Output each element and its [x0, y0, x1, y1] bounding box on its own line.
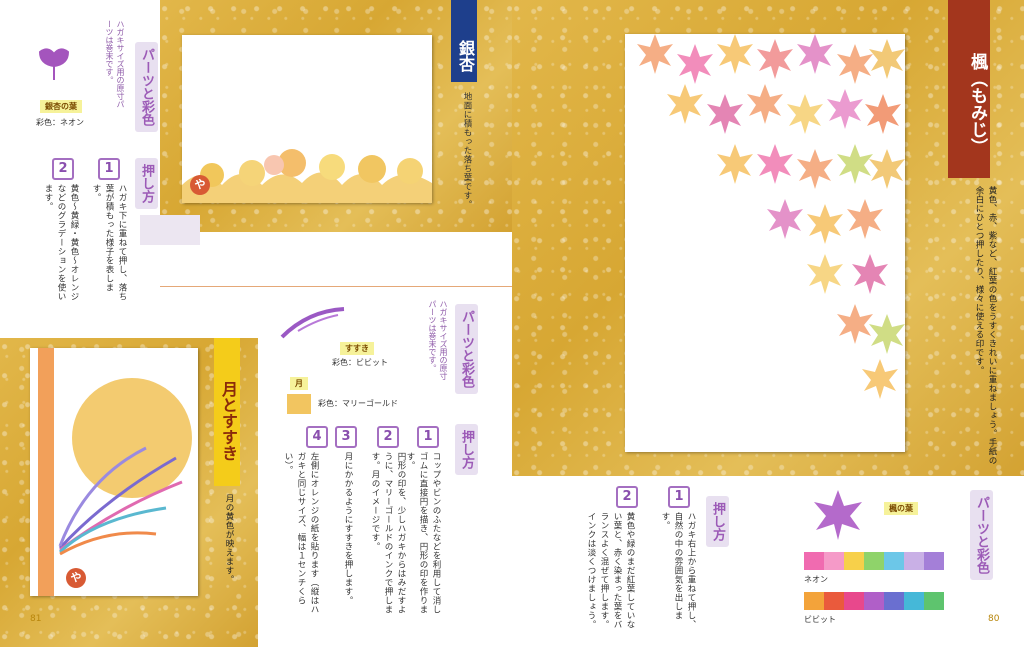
neon-palette: [804, 552, 944, 570]
momiji-card: [625, 34, 905, 452]
neon-swatch-6: [904, 552, 924, 570]
ginkgo-step-1-number: 1: [98, 158, 120, 180]
susuki-color: 彩色：ビビット: [332, 358, 388, 367]
momiji-method-heading: 押し方: [706, 496, 729, 547]
neon-palette-name: ネオン: [804, 575, 828, 584]
ginkgo-step-1-text: ハガキ下に重ねて押し、落ち葉が積もった様子を表します。: [91, 184, 127, 301]
vivid-palette-name: ビビット: [804, 615, 836, 624]
moon-step-4-number: 4: [306, 426, 328, 448]
moon-step-4-text: 左側にオレンジの紙を貼ります（縦はハガキと同じサイズ、幅は１センチくらい）。: [283, 452, 319, 614]
ginkgo-leaf-color: 彩色：ネオン: [36, 118, 84, 127]
moon-label: 月: [290, 377, 308, 390]
vivid-swatch-2: [824, 592, 844, 610]
ginkgo-method-heading: 押し方: [135, 158, 158, 209]
moon-step-3-text: 月にかかるようにすすきを押します。: [343, 452, 353, 605]
momiji-parts-heading: パーツと彩色: [970, 490, 993, 580]
susuki-grass-illustration: [58, 446, 183, 556]
neon-swatch-4: [864, 552, 884, 570]
accent-strip: [140, 215, 200, 245]
susuki-label: すすき: [340, 342, 374, 355]
vivid-swatch-4: [864, 592, 884, 610]
vivid-swatch-7: [924, 592, 944, 610]
momiji-title: 楓（もみじ）: [967, 53, 987, 155]
ginkgo-title: 銀杏: [456, 40, 475, 72]
moon-parts-heading: パーツと彩色: [455, 304, 478, 394]
ginkgo-parts-heading: パーツと彩色: [135, 42, 158, 132]
moon-description: 月の黄色が映えます。: [224, 494, 234, 584]
moon-color: 彩色：マリーゴールド: [318, 399, 398, 408]
ginkgo-leaves-illustration: [182, 149, 432, 203]
ginkgo-leaf-label: 銀杏の葉: [40, 100, 82, 113]
neon-swatch-1: [804, 552, 824, 570]
momiji-leaf-label: 楓の葉: [884, 502, 918, 515]
ginkgo-title-banner: 銀杏: [451, 0, 477, 82]
momiji-step-1-number: 1: [668, 486, 690, 508]
right-page-number: 80: [988, 614, 1000, 624]
vivid-palette: [804, 592, 944, 610]
susuki-icon: [280, 307, 345, 339]
moon-title-banner: 月とすすき: [214, 338, 240, 486]
maple-leaf-icon: [814, 490, 862, 540]
moon-stamp-mark: や: [66, 568, 86, 588]
left-page: や 銀杏 地面に積もった落ち葉です。 パーツと彩色 ハガキサイズ用の原寸パーツは…: [0, 0, 512, 647]
moon-step-1-text: コップやビンのふたなどを利用して消しゴムに直接円を描き、円形の印を作ります。: [405, 452, 441, 614]
momiji-leaves-illustration: [637, 34, 905, 399]
right-page: 楓（もみじ） 黄色、赤、紫など、紅葉の色をうすくきれいに重ねましょう。手紙の余白…: [512, 0, 1024, 647]
momiji-step-2-number: 2: [616, 486, 638, 508]
moon-step-2-number: 2: [377, 426, 399, 448]
ginkgo-leaf-icon: [38, 48, 70, 80]
ginkgo-stamp-mark: や: [190, 175, 210, 195]
moon-step-3-number: 3: [335, 426, 357, 448]
moon-title: 月とすすき: [219, 381, 238, 461]
ginkgo-step-2-number: 2: [52, 158, 74, 180]
momiji-title-banner: 楓（もみじ）: [948, 0, 990, 178]
neon-swatch-7: [924, 552, 944, 570]
momiji-step-1-text: ハガキ右上から重ねて押し、自然の中の雰囲気を出します。: [660, 512, 696, 629]
neon-swatch-3: [844, 552, 864, 570]
left-page-number: 81: [30, 614, 42, 624]
vivid-swatch-5: [884, 592, 904, 610]
vivid-swatch-3: [844, 592, 864, 610]
vivid-swatch-1: [804, 592, 824, 610]
momiji-description: 黄色、赤、紫など、紅葉の色をうすくきれいに重ねましょう。手紙の余白にひとつ押した…: [974, 186, 997, 465]
momiji-step-2-text: 黄色や緑のまだ紅葉していない葉と、赤く染まった葉をバランスよく混ぜて押します。イ…: [586, 512, 635, 629]
ginkgo-step-2-text: 黄色～黄緑・黄色～オレンジなどのグラデーションを使います。: [43, 184, 79, 301]
marigold-swatch: [287, 394, 311, 414]
neon-swatch-5: [884, 552, 904, 570]
vivid-swatch-6: [904, 592, 924, 610]
ginkgo-card: や: [182, 35, 432, 203]
ginkgo-parts-note: ハガキサイズ用の原寸パーツは巻末です。: [105, 20, 125, 108]
divider-line: [160, 286, 512, 287]
moon-step-2-text: 円形の印を、少しハガキからはみだすように、マリーゴールドのインクで押します。月の…: [370, 452, 406, 614]
orange-paper-strip: [38, 348, 54, 596]
moon-step-1-number: 1: [417, 426, 439, 448]
ginkgo-description: 地面に積もった落ち葉です。: [462, 92, 472, 209]
moon-method-heading: 押し方: [455, 424, 478, 475]
neon-swatch-2: [824, 552, 844, 570]
moon-card: や: [30, 348, 198, 596]
moon-parts-note: ハガキサイズ用の原寸パーツは巻末です。: [428, 300, 448, 380]
